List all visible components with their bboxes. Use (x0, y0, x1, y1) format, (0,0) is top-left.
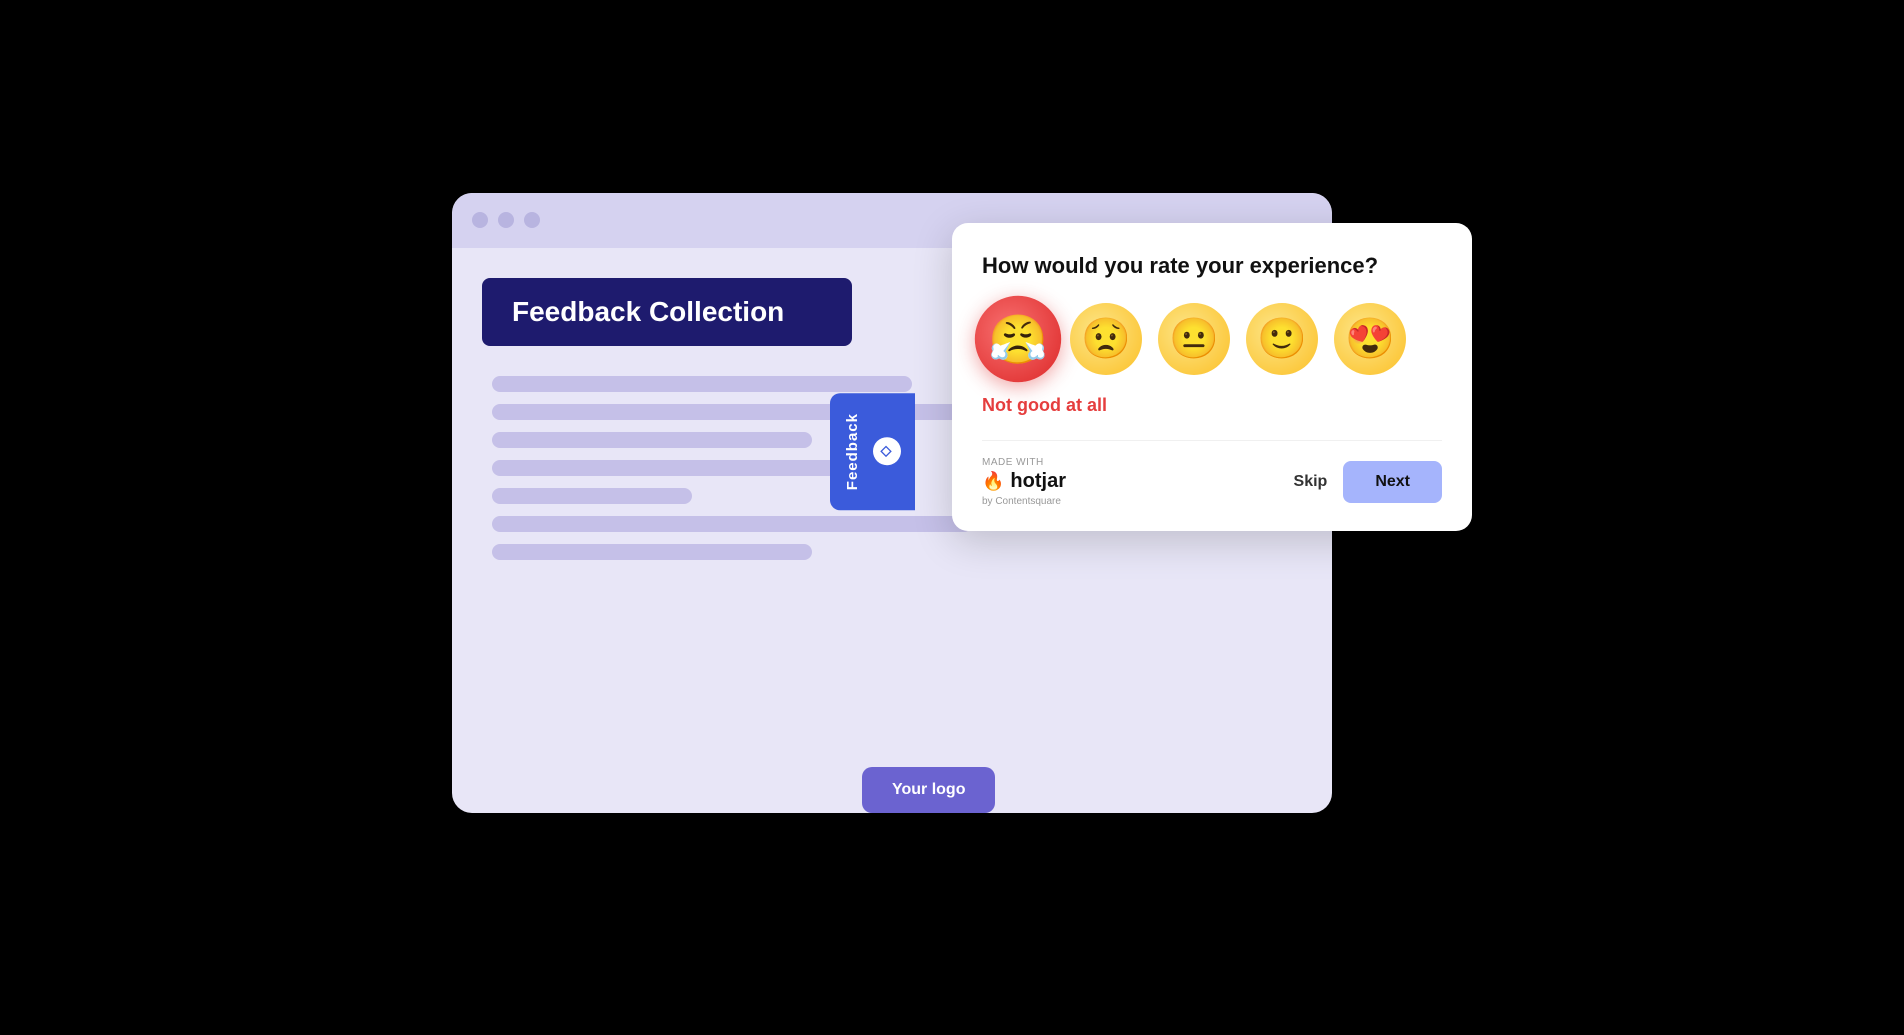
feedback-tab-label: Feedback (844, 413, 861, 490)
feedback-tab-icon: ◇ (873, 437, 901, 465)
emoji-happy-button[interactable]: 🙂 (1246, 303, 1318, 375)
footer-actions: Skip Next (1294, 461, 1442, 503)
placeholder-line-5 (492, 488, 692, 504)
browser-dot-2 (498, 212, 514, 228)
emoji-rating-row: 😤 😟 😐 🙂 😍 (982, 303, 1442, 375)
survey-widget: How would you rate your experience? 😤 😟 … (952, 223, 1472, 531)
feedback-collection-label: Feedback Collection (482, 278, 852, 346)
placeholder-line-3 (492, 432, 812, 448)
emoji-angry-button[interactable]: 😤 (975, 295, 1061, 381)
placeholder-line-7 (492, 544, 812, 560)
hotjar-name: hotjar (1010, 470, 1066, 493)
emoji-neutral-button[interactable]: 😐 (1158, 303, 1230, 375)
survey-footer: MADE WITH 🔥 hotjar by Contentsquare Skip… (982, 440, 1442, 507)
hotjar-flame-icon: 🔥 (982, 471, 1004, 492)
skip-button[interactable]: Skip (1294, 473, 1328, 491)
emoji-love-button[interactable]: 😍 (1334, 303, 1406, 375)
hotjar-brand: 🔥 hotjar (982, 470, 1066, 493)
browser-dot-3 (524, 212, 540, 228)
contentsquare-label: by Contentsquare (982, 496, 1066, 507)
made-with-label: MADE WITH (982, 457, 1066, 468)
feedback-tab[interactable]: Feedback ◇ (830, 393, 915, 510)
placeholder-line-1 (492, 376, 912, 392)
emoji-sad-button[interactable]: 😟 (1070, 303, 1142, 375)
placeholder-line-6 (492, 516, 972, 532)
next-button[interactable]: Next (1343, 461, 1442, 503)
browser-dot-1 (472, 212, 488, 228)
selected-rating-label: Not good at all (982, 395, 1442, 416)
scene: Feedback Collection Feedback ◇ Your logo… (452, 143, 1452, 893)
survey-question: How would you rate your experience? (982, 253, 1442, 279)
made-with-section: MADE WITH 🔥 hotjar by Contentsquare (982, 457, 1066, 507)
logo-badge: Your logo (862, 767, 995, 813)
